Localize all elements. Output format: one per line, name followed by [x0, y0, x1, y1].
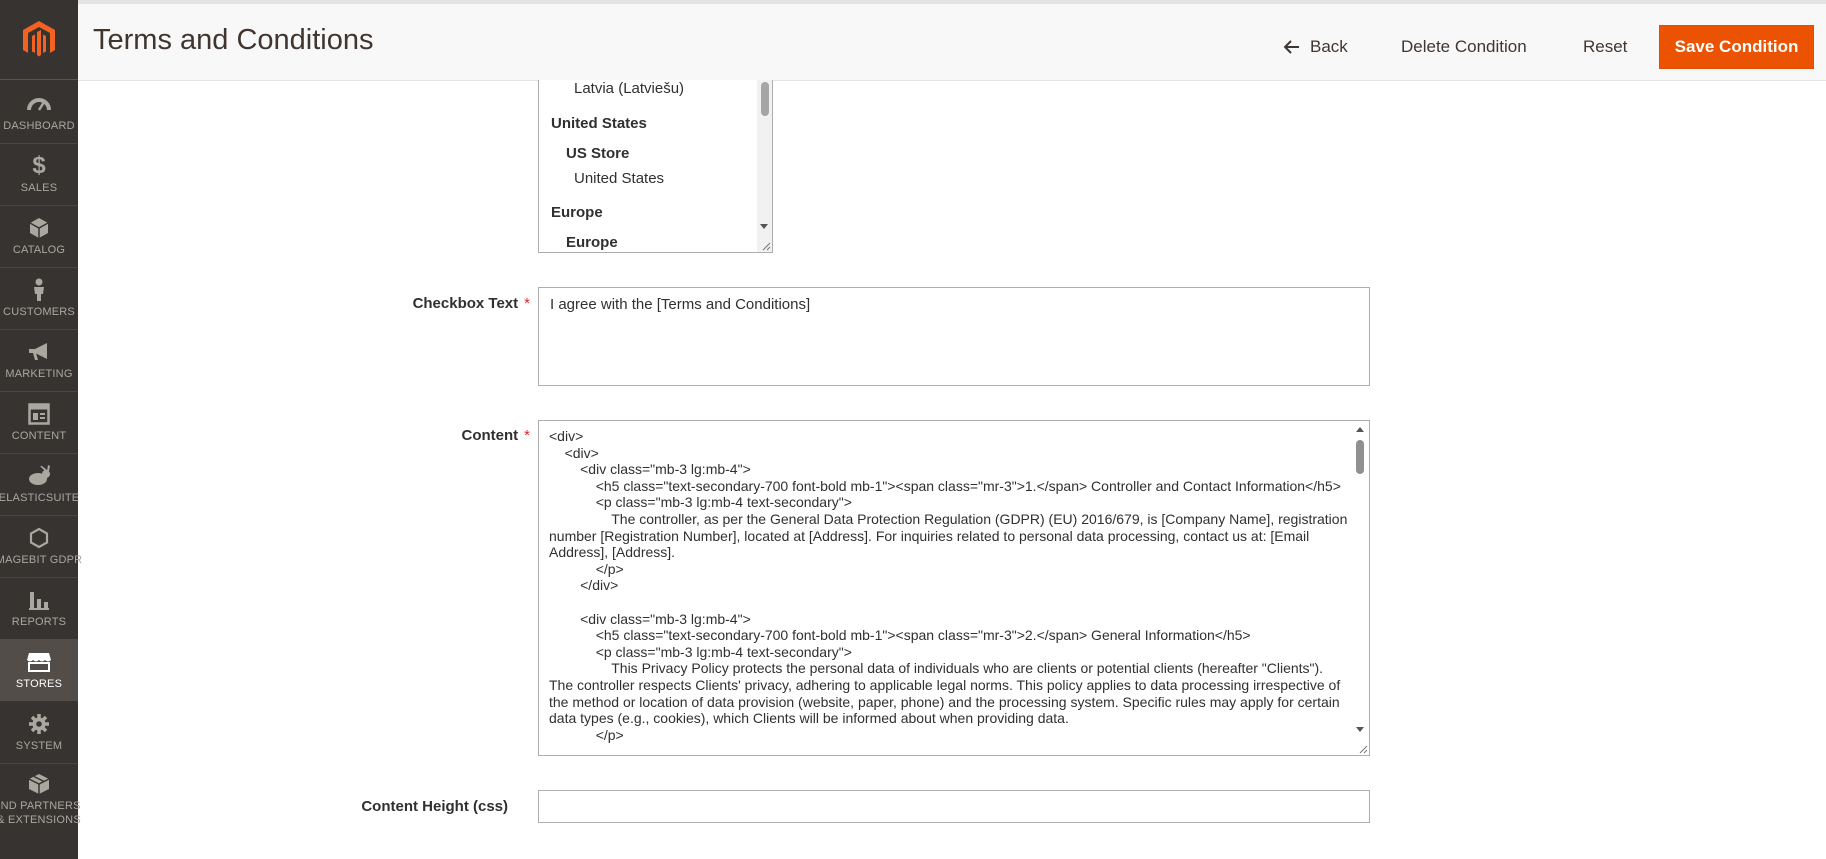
required-asterisk: * [524, 295, 530, 312]
nav-sales[interactable]: $ SALES [0, 143, 78, 205]
store-group-label: Europe [566, 234, 618, 251]
scrollbar-thumb[interactable] [1356, 440, 1364, 474]
content-scrollbar[interactable] [1352, 421, 1369, 755]
nav-label: SALES [20, 182, 58, 194]
nav-label: ELASTICSUITE [0, 492, 80, 504]
content-label-text: Content [461, 427, 519, 444]
nav-dashboard[interactable]: DASHBOARD [0, 81, 78, 143]
content-height-input[interactable] [538, 790, 1370, 823]
megaphone-icon [27, 339, 51, 365]
admin-sidebar: DASHBOARD $ SALES CATALOG CUSTOMERS MARK… [0, 0, 82, 859]
back-button[interactable]: Back [1284, 25, 1348, 69]
arrow-left-icon [1284, 40, 1300, 54]
nav-system[interactable]: SYSTEM [0, 701, 78, 763]
content-label: Content * [360, 427, 531, 444]
store-option[interactable]: United States [574, 170, 664, 187]
resize-grip-icon[interactable] [761, 241, 771, 251]
checkbox-text-label: Checkbox Text * [360, 295, 530, 312]
nav-label: SYSTEM [15, 740, 63, 752]
checkbox-text-field[interactable]: I agree with the [Terms and Conditions] [538, 287, 1370, 386]
scroll-down-icon[interactable] [760, 224, 768, 229]
nav-catalog[interactable]: CATALOG [0, 205, 78, 267]
nav-label: MARKETING [5, 368, 73, 380]
scroll-up-icon[interactable] [1356, 427, 1364, 432]
cube-icon [29, 215, 49, 241]
nav-magebit-gdpr[interactable]: MAGEBIT GDPR [0, 515, 82, 577]
page-header: Terms and Conditions Back Delete Conditi… [78, 0, 1826, 81]
hexagon-icon [29, 525, 49, 551]
layout-icon [28, 401, 50, 427]
store-view-multiselect[interactable]: Latvia (Latviešu) United States US Store… [538, 80, 773, 253]
nav-label: REPORTS [11, 616, 67, 628]
store-group-label: Europe [551, 204, 603, 221]
nav-content[interactable]: CONTENT [0, 391, 78, 453]
nav-label: DASHBOARD [3, 120, 75, 132]
rabbit-icon [26, 463, 52, 489]
nav-partners-extensions[interactable]: IND PARTNERS & EXTENSIONS [0, 764, 81, 834]
reset-button[interactable]: Reset [1583, 25, 1627, 69]
content-height-label: Content Height (css) [361, 798, 508, 815]
resize-grip-icon[interactable] [1358, 744, 1368, 754]
nav-customers[interactable]: CUSTOMERS [0, 267, 78, 329]
magento-logo-icon [23, 20, 55, 56]
person-icon [32, 277, 46, 303]
store-icon [26, 649, 52, 675]
nav-marketing[interactable]: MARKETING [0, 329, 78, 391]
box-icon [28, 771, 50, 797]
nav-elasticsuite[interactable]: ELASTICSUITE [0, 453, 80, 515]
back-button-label: Back [1310, 37, 1348, 56]
gear-icon [28, 711, 50, 737]
page-title: Terms and Conditions [93, 24, 374, 56]
dashboard-icon [27, 91, 51, 117]
nav-label: CUSTOMERS [3, 306, 75, 318]
save-condition-button[interactable]: Save Condition [1659, 25, 1814, 69]
nav-label: STORES [15, 678, 63, 690]
store-group-label: United States [551, 115, 647, 132]
nav-label: & EXTENSIONS [0, 814, 81, 826]
nav-label: MAGEBIT GDPR [0, 554, 83, 566]
scroll-down-icon[interactable] [1356, 727, 1364, 732]
nav-label: CATALOG [12, 244, 66, 256]
store-view-scrollbar[interactable] [757, 80, 772, 252]
checkbox-text-label-text: Checkbox Text [412, 295, 519, 312]
delete-condition-button[interactable]: Delete Condition [1401, 25, 1527, 69]
required-asterisk: * [524, 427, 530, 444]
dollar-icon: $ [32, 152, 46, 179]
nav-label: CONTENT [11, 430, 67, 442]
nav-reports[interactable]: REPORTS [0, 577, 78, 639]
store-option[interactable]: Latvia (Latviešu) [574, 80, 684, 97]
nav-stores[interactable]: STORES [0, 639, 78, 701]
magento-logo[interactable] [0, 0, 78, 80]
bar-chart-icon [28, 587, 50, 613]
scrollbar-thumb[interactable] [761, 82, 769, 116]
nav-label: IND PARTNERS [0, 800, 81, 812]
store-group-label: US Store [566, 145, 630, 162]
content-textarea[interactable]: <div> <div> <div class="mb-3 lg:mb-4"> <… [538, 420, 1370, 756]
content-textarea-value: <div> <div> <div class="mb-3 lg:mb-4"> <… [549, 428, 1348, 743]
